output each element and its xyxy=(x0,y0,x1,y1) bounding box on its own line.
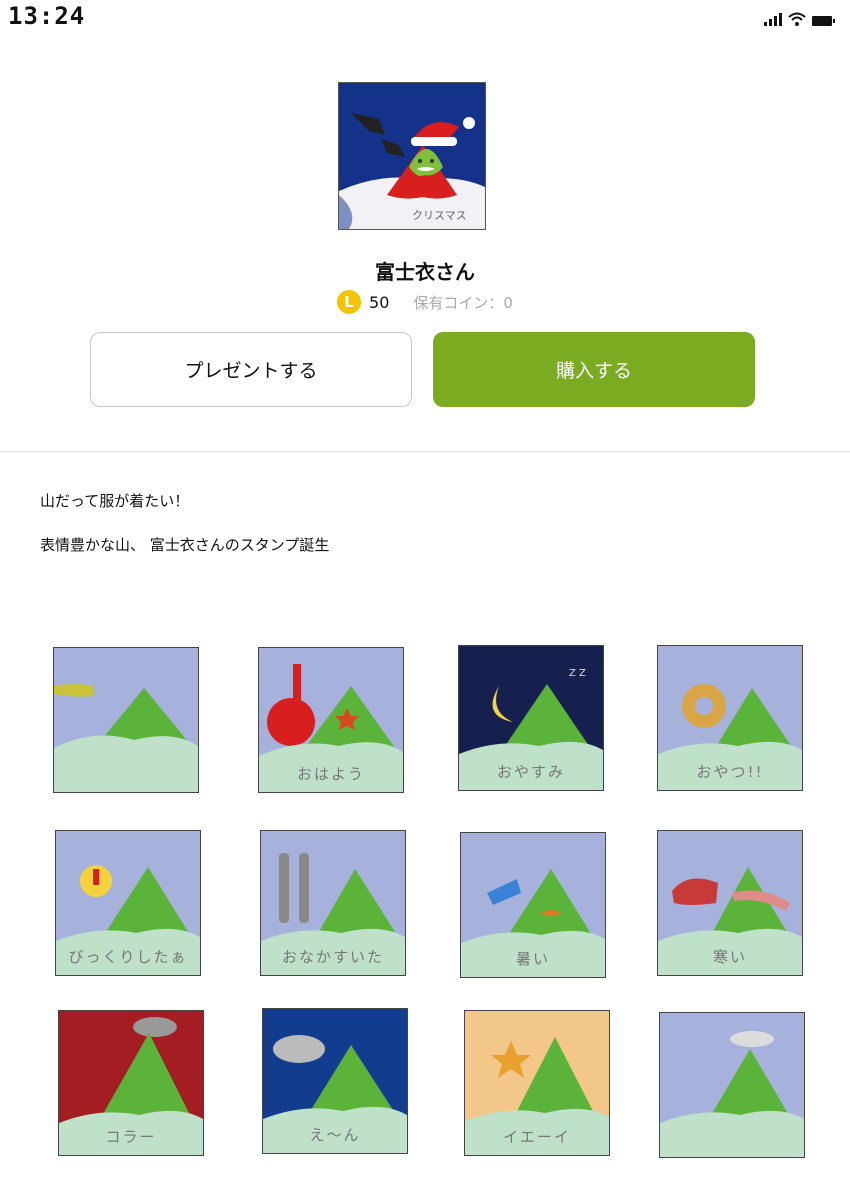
description-line-2: 表情豊かな山、 富士衣さんのスタンプ誕生 xyxy=(40,536,330,554)
svg-text:Z Z: Z Z xyxy=(569,668,586,679)
wifi-icon xyxy=(788,12,806,26)
sticker-main-image: クリスマス xyxy=(338,82,486,230)
stamp-item[interactable]: 寒い xyxy=(657,830,803,976)
stamp-caption: びっくりしたぁ xyxy=(68,948,188,966)
stamp-item[interactable]: え～ん xyxy=(262,1008,408,1154)
price-value: 50 xyxy=(369,292,390,312)
stamp-item[interactable]: コラー xyxy=(58,1010,204,1156)
stamp-item[interactable] xyxy=(659,1012,805,1158)
signal-icon xyxy=(764,13,782,26)
stamp-caption: 寒い xyxy=(712,948,747,966)
stamp-caption: え～ん xyxy=(309,1126,361,1144)
buy-button[interactable]: 購入する xyxy=(433,332,755,407)
stamp-item[interactable]: びっくりしたぁ xyxy=(55,830,201,976)
stamp-item[interactable]: おなかすいた xyxy=(260,830,406,976)
stamp-caption: おはよう xyxy=(296,765,365,783)
description-line-1: 山だって服が着たい！ xyxy=(40,492,190,510)
status-bar: 13:24 xyxy=(0,0,850,40)
price-row: L 50 保有コイン：0 xyxy=(0,290,850,314)
divider xyxy=(0,451,850,452)
gift-button[interactable]: プレゼントする xyxy=(90,332,412,407)
status-time: 13:24 xyxy=(8,2,86,30)
sticker-title: 富士衣さん xyxy=(375,260,475,284)
stamp-item[interactable]: おはよう xyxy=(258,647,404,793)
stamp-caption: コラー xyxy=(105,1128,157,1146)
stamp-caption: おなかすいた xyxy=(281,948,384,966)
stamp-caption: おやつ!! xyxy=(696,763,764,781)
line-coin-icon: L xyxy=(337,290,362,314)
stamp-item[interactable]: イエーイ xyxy=(464,1010,610,1156)
stamp-item[interactable]: おやつ!! xyxy=(657,645,803,791)
battery-icon xyxy=(812,16,835,26)
stamp-caption: 暑い xyxy=(515,950,550,968)
system-icons xyxy=(764,12,835,26)
stamp-caption: イエーイ xyxy=(503,1128,571,1146)
stamp-item[interactable] xyxy=(53,647,199,793)
owned-coins: 保有コイン：0 xyxy=(413,293,513,312)
stamp-item[interactable]: Z Z おやすみ xyxy=(458,645,604,791)
stamp-item[interactable]: 暑い xyxy=(460,832,606,978)
stamp-caption: おやすみ xyxy=(496,763,565,781)
svg-text:クリスマス: クリスマス xyxy=(412,209,467,222)
